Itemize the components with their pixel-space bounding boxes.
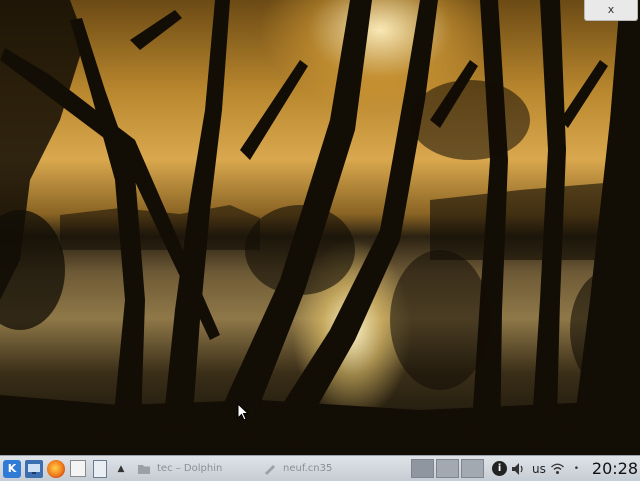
application-launcher-icon[interactable]: K xyxy=(3,459,21,478)
taskbar: K ▲ tec – Dolphin neuf.cn35 i us • 20:28 xyxy=(0,455,640,481)
task-editor[interactable]: neuf.cn35 xyxy=(259,458,359,479)
panel-expand-arrow-icon[interactable]: ▲ xyxy=(115,464,127,474)
network-wifi-icon[interactable] xyxy=(550,461,565,476)
firefox-icon[interactable] xyxy=(47,459,65,478)
text-editor-icon[interactable] xyxy=(69,460,87,478)
show-desktop-icon[interactable] xyxy=(25,459,43,478)
notifications-info-icon[interactable]: i xyxy=(492,461,508,476)
pager-desktop-1[interactable] xyxy=(411,459,435,478)
calculator-icon[interactable] xyxy=(91,459,109,478)
tree-silhouettes xyxy=(0,0,640,455)
task-label: neuf.cn35 xyxy=(283,463,333,474)
pager-desktop-3[interactable] xyxy=(461,459,485,478)
tray-expand-icon[interactable]: • xyxy=(569,461,584,476)
volume-icon[interactable] xyxy=(511,461,526,476)
virtual-desktop-pager xyxy=(409,459,485,478)
task-label: tec – Dolphin xyxy=(157,463,223,474)
desktop-wallpaper xyxy=(0,0,640,455)
folder-icon xyxy=(138,464,150,474)
mouse-pointer-icon xyxy=(237,403,249,421)
pager-desktop-2[interactable] xyxy=(436,459,460,478)
pen-icon xyxy=(265,464,275,475)
clock[interactable]: 20:28 xyxy=(592,459,638,478)
close-button[interactable]: x xyxy=(584,0,638,21)
task-dolphin[interactable]: tec – Dolphin xyxy=(133,458,253,479)
keyboard-layout-indicator[interactable]: us xyxy=(532,462,546,476)
